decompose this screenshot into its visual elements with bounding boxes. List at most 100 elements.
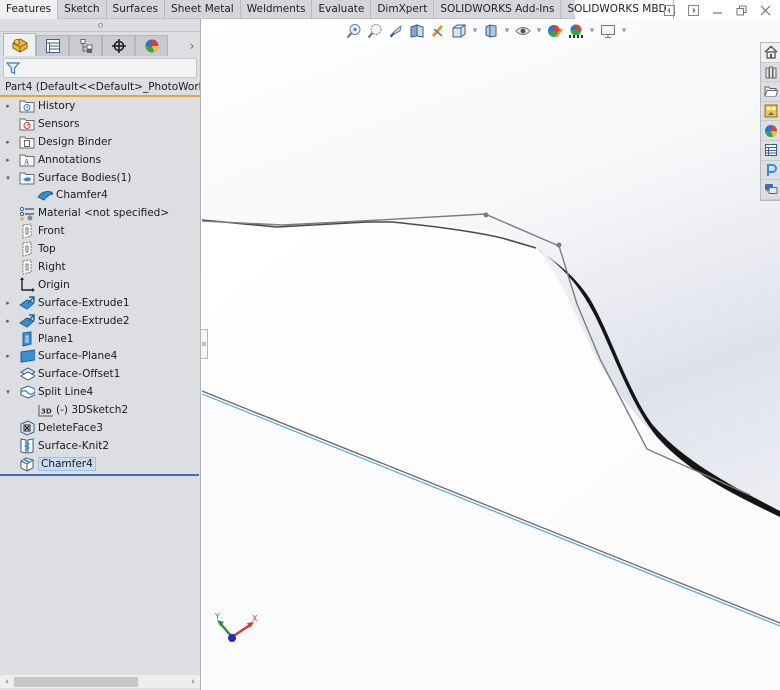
view-settings-icon[interactable] <box>599 22 617 40</box>
tree-item-design-binder[interactable]: ▸ Design Binder <box>0 133 200 151</box>
file-explorer-icon[interactable] <box>761 82 780 102</box>
surface-offset-icon <box>19 366 35 382</box>
expand-arrow[interactable]: ▸ <box>3 156 13 164</box>
dimxpertmanager-tab[interactable] <box>102 35 135 56</box>
tree-item-surface-plane4[interactable]: ▸ Surface-Plane4 <box>0 347 200 365</box>
split-line-icon <box>19 384 35 400</box>
tree-item-material[interactable]: Material <not specified> <box>0 204 200 222</box>
apply-scene-icon[interactable] <box>567 22 585 40</box>
view-orientation-dropdown[interactable]: ▾ <box>471 26 479 36</box>
solidworks-forum-icon[interactable] <box>761 161 780 181</box>
tab-features[interactable]: Features <box>0 0 59 19</box>
expand-arrow[interactable]: ▸ <box>3 102 13 110</box>
plane-icon <box>19 223 35 239</box>
tree-item-surface-offset1[interactable]: Surface-Offset1 <box>0 365 200 383</box>
tree-item-front-plane[interactable]: Front <box>0 222 200 240</box>
tree-item-annotations[interactable]: ▸ A Annotations <box>0 151 200 169</box>
tree-item-surface-extrude1[interactable]: ▸ Surface-Extrude1 <box>0 294 200 312</box>
tree-item-right-plane[interactable]: Right <box>0 258 200 276</box>
surface-knit-icon <box>19 438 35 454</box>
tree-item-sensors[interactable]: Sensors <box>0 115 200 133</box>
propertymanager-tab[interactable] <box>36 35 69 56</box>
panel-tabs: › <box>0 32 200 56</box>
part-root-node[interactable]: Part4 (Default<<Default>_PhotoWorks D <box>0 79 200 97</box>
featuremanager-tab[interactable] <box>3 33 36 56</box>
tree-item-deleteface3[interactable]: DeleteFace3 <box>0 419 200 437</box>
tree-filter[interactable] <box>3 58 197 78</box>
tree-horizontal-scrollbar[interactable]: ‹ › <box>0 675 200 688</box>
tab-evaluate[interactable]: Evaluate <box>312 0 372 19</box>
tree-item-history[interactable]: ▸ History <box>0 97 200 115</box>
chamfer-icon <box>19 456 35 472</box>
tab-sketch[interactable]: Sketch <box>58 0 107 19</box>
tree-item-split-line4[interactable]: ▾ Split Line4 <box>0 383 200 401</box>
custom-properties-icon[interactable] <box>761 141 780 161</box>
scroll-thumb[interactable] <box>14 676 138 687</box>
panel-collapse-handle[interactable] <box>201 329 208 359</box>
solidworks-resources-icon[interactable] <box>761 43 780 63</box>
command-manager-tabs: Features Sketch Surfaces Sheet Metal Wel… <box>0 0 674 19</box>
restore-icon[interactable] <box>734 3 748 17</box>
sketch-point[interactable] <box>556 242 562 248</box>
history-folder-icon <box>19 98 35 114</box>
rollback-bar[interactable] <box>0 473 199 476</box>
featuremanager-panel: › Part4 (Default<<Default>_PhotoWorks D … <box>0 19 201 690</box>
annotations-folder-icon: A <box>19 152 35 168</box>
svg-text:3D: 3D <box>41 407 52 415</box>
tile-left-icon[interactable] <box>662 3 676 17</box>
close-icon[interactable] <box>758 3 772 17</box>
design-library-icon[interactable] <box>761 63 780 83</box>
tree-item-surface-body-chamfer4[interactable]: Chamfer4 <box>0 186 200 204</box>
tree-item-chamfer4[interactable]: Chamfer4 <box>0 455 200 473</box>
zoom-to-area-icon[interactable] <box>366 22 384 40</box>
tab-weldments[interactable]: Weldments <box>241 0 313 19</box>
hide-show-items-icon[interactable] <box>514 22 532 40</box>
tree-item-plane1[interactable]: Plane1 <box>0 330 200 348</box>
zoom-to-fit-icon[interactable] <box>345 22 363 40</box>
appearances-scenes-icon[interactable] <box>761 121 780 141</box>
view-settings-dropdown[interactable]: ▾ <box>620 26 628 36</box>
heads-up-view-toolbar: ▾ ▾ ▾ ▾ ▾ <box>345 21 628 41</box>
tree-item-top-plane[interactable]: Top <box>0 240 200 258</box>
sketch-point[interactable] <box>483 212 489 218</box>
scroll-left-button[interactable]: ‹ <box>0 677 14 687</box>
minimize-icon[interactable] <box>710 3 724 17</box>
display-style-dropdown[interactable]: ▾ <box>503 26 511 36</box>
hide-show-dropdown[interactable]: ▾ <box>535 26 543 36</box>
expand-arrow[interactable]: ▸ <box>3 352 13 360</box>
edit-appearance-icon[interactable] <box>546 22 564 40</box>
tile-right-icon[interactable] <box>686 3 700 17</box>
tree-item-surface-bodies[interactable]: ▾ Surface Bodies(1) <box>0 169 200 187</box>
collapse-arrow[interactable]: ▾ <box>3 388 13 396</box>
view-palette-icon[interactable] <box>761 102 780 122</box>
expand-arrow[interactable]: ▸ <box>3 317 13 325</box>
tab-surfaces[interactable]: Surfaces <box>107 0 166 19</box>
expand-arrow[interactable]: ▸ <box>3 138 13 146</box>
tree-item-surface-knit2[interactable]: Surface-Knit2 <box>0 437 200 455</box>
apply-scene-dropdown[interactable]: ▾ <box>588 26 596 36</box>
collapse-arrow[interactable]: ▾ <box>3 174 13 182</box>
design-binder-folder-icon <box>19 134 35 150</box>
tab-sheet-metal[interactable]: Sheet Metal <box>165 0 241 19</box>
tab-solidworks-add-ins[interactable]: SOLIDWORKS Add-Ins <box>434 0 562 19</box>
displaymanager-tab[interactable] <box>135 35 168 56</box>
graphics-area[interactable] <box>202 19 780 690</box>
scroll-right-button[interactable]: › <box>186 677 200 687</box>
previous-view-icon[interactable] <box>387 22 405 40</box>
tree-item-surface-extrude2[interactable]: ▸ Surface-Extrude2 <box>0 312 200 330</box>
section-view-icon[interactable] <box>408 22 426 40</box>
tab-dimxpert[interactable]: DimXpert <box>371 0 435 19</box>
view-orientation-icon[interactable] <box>450 22 468 40</box>
plane-icon <box>19 259 35 275</box>
tree-item-origin[interactable]: Origin <box>0 276 200 294</box>
tree-item-3dsketch2[interactable]: 3D (-) 3DSketch2 <box>0 401 200 419</box>
display-style-icon[interactable] <box>482 22 500 40</box>
dynamic-annotation-icon[interactable] <box>429 22 447 40</box>
panel-grip-handle[interactable] <box>0 19 200 32</box>
tab-solidworks-mbd[interactable]: SOLIDWORKS MBD <box>561 0 674 19</box>
configurationmanager-tab[interactable] <box>69 35 102 56</box>
comments-icon[interactable] <box>761 180 780 200</box>
more-tabs-button[interactable]: › <box>184 35 200 56</box>
solidworks-window: Features Sketch Surfaces Sheet Metal Wel… <box>0 0 780 690</box>
expand-arrow[interactable]: ▸ <box>3 299 13 307</box>
